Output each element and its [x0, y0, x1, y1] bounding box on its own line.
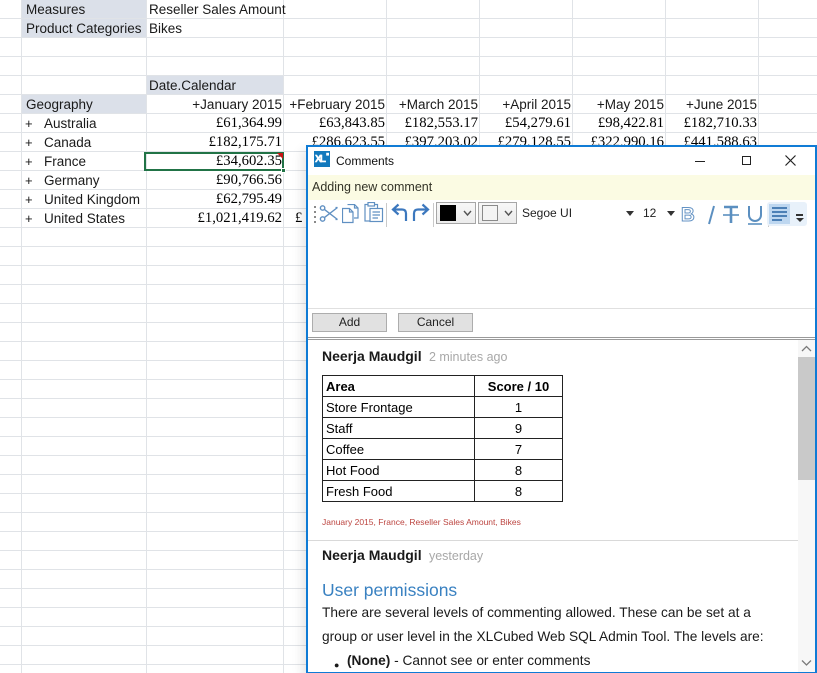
svg-text:B: B: [681, 205, 695, 226]
svg-text:XL: XL: [315, 154, 326, 165]
